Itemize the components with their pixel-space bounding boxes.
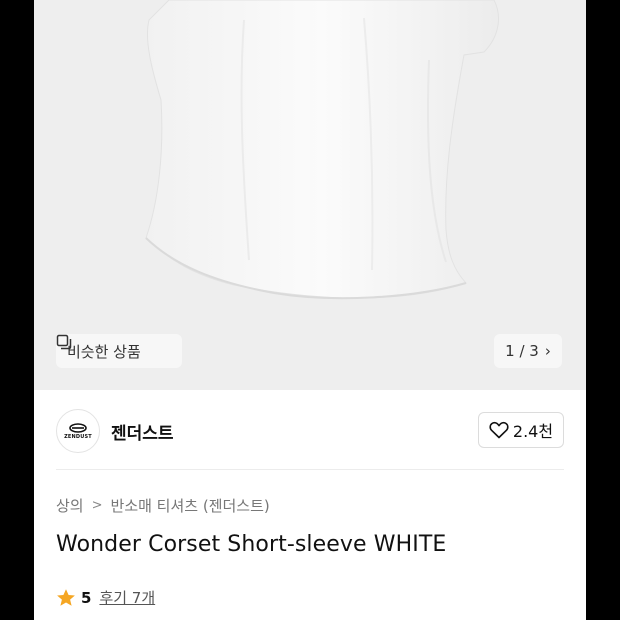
product-image[interactable]: 비슷한 상품 1 / 3 ›	[34, 0, 586, 390]
similar-products-button[interactable]: 비슷한 상품	[56, 334, 182, 368]
divider	[56, 469, 564, 470]
similar-products-icon	[56, 334, 72, 350]
brand-name[interactable]: 젠더스트	[111, 419, 174, 444]
product-title: Wonder Corset Short-sleeve WHITE	[56, 532, 447, 557]
product-page: 비슷한 상품 1 / 3 › ZENDUST 젠더스트 2.4천 상의 > 반소…	[34, 0, 586, 620]
chevron-right-icon: ›	[544, 342, 551, 360]
breadcrumb: 상의 > 반소매 티셔츠 (젠더스트)	[56, 495, 270, 516]
like-count: 2.4천	[512, 422, 554, 441]
brand-mark-icon	[69, 422, 87, 433]
pager-current: 1	[505, 342, 515, 360]
brand-logo[interactable]: ZENDUST	[56, 409, 100, 453]
reviews-link[interactable]: 후기 7개	[99, 587, 155, 608]
pager-total: 3	[529, 342, 539, 360]
similar-products-label: 비슷한 상품	[67, 342, 141, 361]
image-pager[interactable]: 1 / 3 ›	[494, 334, 562, 368]
shirt-illustration	[145, 0, 499, 300]
rating: 5 후기 7개	[56, 587, 155, 608]
star-icon	[57, 588, 75, 606]
like-button[interactable]: 2.4천	[478, 412, 564, 448]
chevron-right-icon: >	[91, 498, 103, 513]
heart-icon	[489, 421, 509, 439]
brand-logo-text: ZENDUST	[64, 433, 92, 440]
rating-score: 5	[81, 588, 92, 607]
breadcrumb-category[interactable]: 상의	[56, 495, 84, 516]
breadcrumb-subcategory[interactable]: 반소매 티셔츠 (젠더스트)	[111, 495, 270, 516]
pager-separator: /	[514, 342, 530, 360]
